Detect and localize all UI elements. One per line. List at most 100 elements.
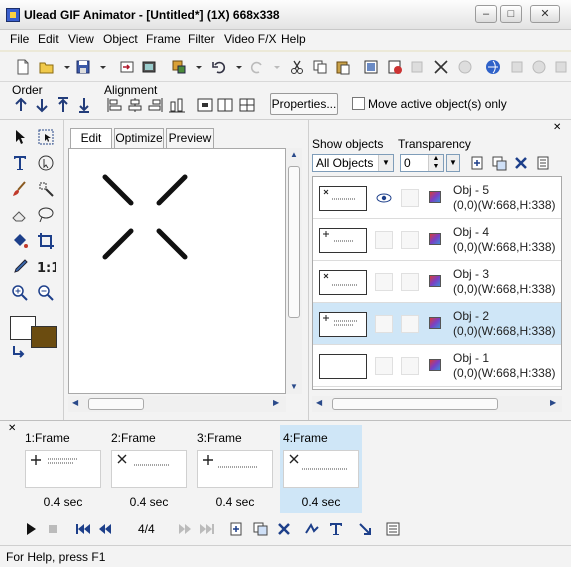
copy-icon[interactable]	[311, 58, 329, 76]
eraser-cursor-tool-icon[interactable]	[36, 153, 56, 173]
bring-to-front-icon[interactable]	[54, 97, 72, 113]
next-frame-icon[interactable]	[176, 521, 194, 537]
move-down-icon[interactable]	[33, 97, 51, 113]
show-objects-select[interactable]: All Objects ▼	[312, 154, 394, 172]
visibility-cell[interactable]	[375, 231, 393, 249]
align-hcenter-icon[interactable]	[126, 97, 144, 113]
canvas-horizontal-scrollbar[interactable]: ◀ ▶	[68, 396, 286, 412]
banner-icon[interactable]	[508, 58, 526, 76]
menu-object[interactable]: Object	[103, 32, 138, 46]
menu-frame[interactable]: Frame	[146, 32, 181, 46]
object-row[interactable]: Obj - 4 (0,0)(W:668,H:338)	[313, 219, 561, 261]
crop-icon[interactable]	[362, 58, 380, 76]
transparency-dropdown-icon[interactable]: ▼	[446, 154, 460, 172]
object-row[interactable]: Obj - 3 (0,0)(W:668,H:338)	[313, 261, 561, 303]
spinner-arrows-icon[interactable]: ▲ ▼	[428, 155, 443, 171]
send-to-back-icon[interactable]	[75, 97, 93, 113]
last-frame-icon[interactable]	[198, 521, 216, 537]
redo-icon[interactable]	[248, 58, 266, 76]
scroll-right-icon[interactable]: ▶	[550, 398, 556, 407]
eyedropper-tool-icon[interactable]	[10, 257, 30, 277]
minimize-button[interactable]: –	[475, 5, 497, 23]
duplicate-object-icon[interactable]	[490, 154, 508, 172]
pick-tool-icon[interactable]	[10, 127, 30, 147]
scroll-right-icon[interactable]: ▶	[273, 398, 279, 407]
lock-cell[interactable]	[401, 189, 419, 207]
menu-edit[interactable]: Edit	[38, 32, 59, 46]
object-list-hscrollbar[interactable]: ◀ ▶	[312, 396, 562, 412]
align-bottom-icon[interactable]	[168, 97, 186, 113]
browser-preview-icon[interactable]	[484, 58, 502, 76]
move-up-icon[interactable]	[12, 97, 30, 113]
frame-panel-close-icon[interactable]: ✕	[8, 423, 16, 434]
menu-file[interactable]: File	[10, 32, 29, 46]
marquee-tool-icon[interactable]	[36, 127, 56, 147]
align-right-icon[interactable]	[146, 97, 164, 113]
transparency-spinner[interactable]: 0 ▲ ▼	[400, 154, 444, 172]
frame-properties-icon[interactable]	[384, 521, 402, 537]
align-left-icon[interactable]	[106, 97, 124, 113]
play-icon[interactable]	[22, 521, 40, 537]
delete-frame-icon[interactable]	[275, 521, 293, 537]
background-color-swatch[interactable]	[31, 326, 57, 348]
open-icon[interactable]	[38, 58, 56, 76]
duplicate-frame-icon[interactable]	[252, 521, 270, 537]
menu-video-fx[interactable]: Video F/X	[224, 32, 276, 46]
add-image-icon[interactable]	[118, 58, 136, 76]
canvas-hscroll-thumb[interactable]	[88, 398, 144, 410]
transform-icon[interactable]	[432, 58, 450, 76]
scroll-down-icon[interactable]: ▼	[290, 382, 298, 391]
lock-cell[interactable]	[401, 273, 419, 291]
reverse-frames-icon[interactable]	[356, 521, 374, 537]
lasso-tool-icon[interactable]	[36, 205, 56, 225]
frame-thumbnail[interactable]: 1:Frame 0.4 sec	[22, 425, 104, 513]
optimize-icon[interactable]	[386, 58, 404, 76]
object-list-hscroll-thumb[interactable]	[332, 398, 498, 410]
stop-icon[interactable]	[44, 521, 62, 537]
paintbrush-tool-icon[interactable]	[10, 179, 30, 199]
paint-dropdown-icon[interactable]	[190, 58, 202, 76]
close-button[interactable]: ✕	[530, 5, 560, 23]
text-tool-icon[interactable]	[10, 153, 30, 173]
visibility-cell[interactable]	[375, 315, 393, 333]
canvas-vertical-scrollbar[interactable]: ▲ ▼	[286, 148, 302, 394]
center-horizontal-icon[interactable]	[196, 97, 214, 113]
open-dropdown-icon[interactable]	[58, 58, 70, 76]
menu-view[interactable]: View	[68, 32, 94, 46]
editing-canvas[interactable]	[68, 148, 286, 394]
eraser-tool-icon[interactable]	[10, 205, 30, 225]
new-object-icon[interactable]	[468, 154, 486, 172]
new-icon[interactable]	[14, 58, 32, 76]
add-frame-icon[interactable]	[228, 521, 246, 537]
help-icon[interactable]	[552, 58, 570, 76]
paste-icon[interactable]	[334, 58, 352, 76]
undo-icon[interactable]	[210, 58, 228, 76]
move-active-checkbox[interactable]	[352, 97, 365, 110]
tab-preview[interactable]: Preview	[166, 128, 214, 148]
frame-thumbnail[interactable]: 2:Frame 0.4 sec	[108, 425, 190, 513]
text-frame-icon[interactable]	[327, 521, 345, 537]
object-panel-close-icon[interactable]: ✕	[553, 122, 561, 133]
maximize-button[interactable]: □	[500, 5, 522, 23]
cut-icon[interactable]	[288, 58, 306, 76]
tab-edit[interactable]: Edit	[70, 128, 112, 148]
previous-frame-icon[interactable]	[96, 521, 114, 537]
paint-icon[interactable]	[170, 58, 188, 76]
redo-dropdown-icon[interactable]	[268, 58, 280, 76]
crop-tool-icon[interactable]	[36, 231, 56, 251]
center-vertical-icon[interactable]	[216, 97, 234, 113]
frame-thumbnail-selected[interactable]: 4:Frame 0.4 sec	[280, 425, 362, 513]
zoom-out-tool-icon[interactable]	[36, 283, 56, 303]
tween-icon[interactable]	[408, 58, 426, 76]
visibility-cell[interactable]	[375, 273, 393, 291]
text-effect-icon[interactable]	[456, 58, 474, 76]
add-video-icon[interactable]	[140, 58, 158, 76]
actual-size-tool-icon[interactable]: 1:1	[36, 257, 60, 277]
object-row[interactable]: Obj - 5 (0,0)(W:668,H:338)	[313, 177, 561, 219]
fill-bucket-tool-icon[interactable]	[10, 231, 30, 251]
tween-frame-icon[interactable]	[303, 521, 321, 537]
magic-wand-tool-icon[interactable]	[36, 179, 56, 199]
canvas-vscroll-thumb[interactable]	[288, 166, 300, 318]
lock-cell[interactable]	[401, 231, 419, 249]
object-row[interactable]: Obj - 1 (0,0)(W:668,H:338)	[313, 345, 561, 387]
